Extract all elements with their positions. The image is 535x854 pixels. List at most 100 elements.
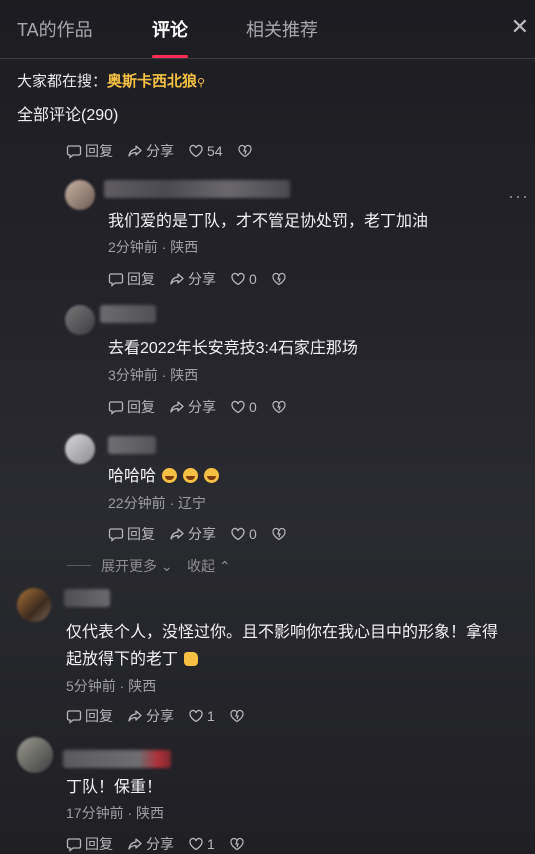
tab-related[interactable]: 相关推荐 bbox=[246, 16, 318, 42]
tab-works[interactable]: TA的作品 bbox=[17, 16, 93, 42]
username-blurred[interactable] bbox=[100, 305, 156, 323]
hot-search: 大家都在搜：奥斯卡西北狼⚲ bbox=[17, 70, 205, 91]
share-icon bbox=[170, 273, 184, 285]
tab-bar: TA的作品 评论 相关推荐 ✕ bbox=[0, 0, 535, 59]
broken-heart-icon bbox=[272, 400, 286, 414]
reply-label: 回复 bbox=[85, 708, 113, 724]
comment-count: 全部评论(290) bbox=[17, 107, 119, 124]
comment-region: 陕西 bbox=[128, 678, 157, 694]
reply-actions: 回复 分享 0 bbox=[108, 397, 301, 417]
broken-heart-icon bbox=[272, 527, 286, 541]
share-icon bbox=[128, 710, 142, 722]
heart-icon bbox=[189, 144, 203, 158]
share-label: 分享 bbox=[146, 836, 174, 852]
like-count: 1 bbox=[207, 836, 215, 852]
reply-button[interactable]: 回复 bbox=[66, 141, 113, 161]
reply-actions: 回复 分享 0 bbox=[108, 269, 301, 289]
reply-icon bbox=[108, 401, 124, 415]
reply-button[interactable]: 回复 bbox=[66, 834, 113, 854]
reply-button[interactable]: 回复 bbox=[108, 524, 155, 544]
broken-heart-icon bbox=[272, 272, 286, 286]
tab-comments[interactable]: 评论 bbox=[152, 16, 188, 42]
reply-label: 回复 bbox=[85, 143, 113, 159]
dislike-button[interactable] bbox=[271, 399, 287, 415]
hot-search-keyword[interactable]: 奥斯卡西北狼 bbox=[107, 73, 197, 90]
like-count: 0 bbox=[249, 271, 257, 287]
share-icon bbox=[128, 145, 142, 157]
heart-icon bbox=[231, 527, 245, 541]
more-options-icon[interactable]: ··· bbox=[508, 186, 529, 207]
reply-label: 回复 bbox=[127, 526, 155, 542]
like-count: 0 bbox=[249, 399, 257, 415]
laughing-emoji-icon bbox=[204, 468, 220, 483]
heart-icon bbox=[189, 709, 203, 723]
laughing-emoji-icon bbox=[162, 468, 178, 483]
username-blurred[interactable] bbox=[108, 436, 156, 454]
like-button[interactable]: 0 bbox=[230, 271, 257, 287]
username-blurred[interactable] bbox=[63, 750, 171, 768]
share-label: 分享 bbox=[146, 143, 174, 159]
share-label: 分享 bbox=[188, 526, 216, 542]
share-button[interactable]: 分享 bbox=[169, 269, 216, 289]
share-icon bbox=[170, 401, 184, 413]
avatar[interactable] bbox=[65, 180, 95, 210]
comment-time: 17分钟前 bbox=[66, 805, 124, 821]
thumbs-up-emoji-icon bbox=[184, 652, 199, 666]
collapse-button[interactable]: 收起 ⌃ bbox=[187, 556, 231, 576]
username-blurred[interactable] bbox=[64, 589, 110, 607]
reply-text: 哈哈哈 bbox=[108, 463, 220, 490]
chevron-up-icon: ⌃ bbox=[215, 558, 231, 574]
avatar[interactable] bbox=[17, 588, 51, 622]
reply-region: 辽宁 bbox=[178, 495, 207, 511]
broken-heart-icon bbox=[230, 837, 244, 851]
reply-text: 我们爱的是丁队，才不管足协处罚，老丁加油 bbox=[108, 213, 429, 230]
share-icon bbox=[128, 838, 142, 850]
reply-icon bbox=[108, 273, 124, 287]
comment-text: 丁队！保重！ bbox=[66, 779, 163, 796]
dislike-button[interactable] bbox=[229, 836, 245, 852]
laughing-emoji-icon bbox=[183, 468, 199, 483]
dislike-button[interactable] bbox=[229, 708, 245, 724]
close-icon[interactable]: ✕ bbox=[511, 14, 529, 40]
like-count: 54 bbox=[207, 143, 223, 159]
like-button[interactable]: 1 bbox=[188, 836, 215, 852]
share-button[interactable]: 分享 bbox=[169, 397, 216, 417]
dislike-button[interactable] bbox=[237, 143, 253, 159]
avatar[interactable] bbox=[65, 434, 95, 464]
share-label: 分享 bbox=[146, 708, 174, 724]
reply-meta: 3分钟前 · 陕西 bbox=[108, 367, 199, 383]
username-blurred[interactable] bbox=[104, 180, 290, 198]
comment-meta: 17分钟前 · 陕西 bbox=[66, 805, 165, 821]
share-button[interactable]: 分享 bbox=[127, 706, 174, 726]
avatar[interactable] bbox=[17, 737, 53, 773]
share-button[interactable]: 分享 bbox=[127, 141, 174, 161]
reply-label: 回复 bbox=[85, 836, 113, 852]
share-label: 分享 bbox=[188, 399, 216, 415]
like-button[interactable]: 54 bbox=[188, 143, 223, 159]
reply-icon bbox=[66, 838, 82, 852]
share-button[interactable]: 分享 bbox=[169, 524, 216, 544]
hot-search-prefix: 大家都在搜： bbox=[17, 73, 108, 90]
avatar[interactable] bbox=[65, 305, 95, 335]
share-button[interactable]: 分享 bbox=[127, 834, 174, 854]
like-button[interactable]: 1 bbox=[188, 708, 215, 724]
reply-meta: 2分钟前 · 陕西 bbox=[108, 239, 199, 255]
reply-button[interactable]: 回复 bbox=[66, 706, 113, 726]
reply-button[interactable]: 回复 bbox=[108, 397, 155, 417]
heart-icon bbox=[189, 837, 203, 851]
expand-more-button[interactable]: 展开更多 ⌄ bbox=[101, 556, 173, 576]
reply-icon bbox=[66, 710, 82, 724]
dislike-button[interactable] bbox=[271, 271, 287, 287]
like-button[interactable]: 0 bbox=[230, 526, 257, 542]
dislike-button[interactable] bbox=[271, 526, 287, 542]
comment-time: 5分钟前 bbox=[66, 678, 116, 694]
heart-icon bbox=[231, 272, 245, 286]
reply-time: 3分钟前 bbox=[108, 367, 158, 383]
comment-region: 陕西 bbox=[136, 805, 165, 821]
reply-button[interactable]: 回复 bbox=[108, 269, 155, 289]
reply-label: 回复 bbox=[127, 399, 155, 415]
like-button[interactable]: 0 bbox=[230, 399, 257, 415]
reply-actions: 回复 分享 0 bbox=[108, 524, 301, 544]
like-count: 1 bbox=[207, 708, 215, 724]
active-tab-indicator bbox=[152, 55, 188, 58]
